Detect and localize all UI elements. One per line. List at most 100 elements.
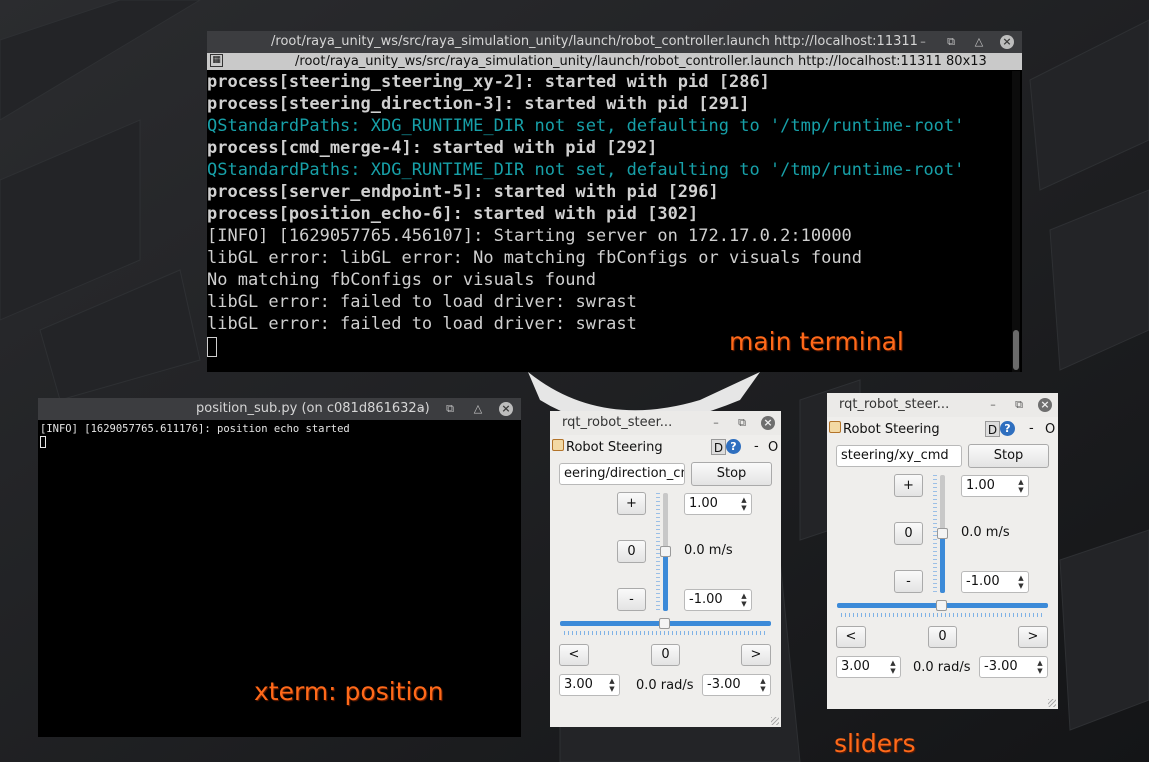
turn-left-button[interactable]: < (836, 626, 866, 648)
linear-slider-handle[interactable] (937, 528, 948, 539)
linear-slider-fill (940, 534, 945, 593)
plugin-close-button[interactable]: O (768, 440, 778, 455)
spin-arrows-icon[interactable]: ▲ ▼ (1035, 659, 1045, 675)
max-angular-value: 3.00 (564, 677, 593, 692)
restore-icon[interactable]: ⧉ (443, 402, 457, 416)
close-icon[interactable]: × (1000, 35, 1014, 49)
close-icon[interactable]: × (499, 402, 513, 416)
increase-linear-button[interactable]: + (894, 474, 923, 497)
maximize-icon[interactable]: △ (471, 402, 485, 416)
terminal-header-text: /root/raya_unity_ws/src/raya_simulation_… (295, 54, 987, 69)
close-icon[interactable]: × (1038, 398, 1052, 412)
xterm-titlebar[interactable]: position_sub.py (on c081d861632a) – ⧉ △ … (38, 398, 521, 420)
main-terminal-label: main terminal (729, 327, 904, 356)
terminal-menu-icon[interactable]: ▦ (210, 54, 223, 67)
resize-grip-icon[interactable] (1048, 699, 1056, 707)
turn-left-button[interactable]: < (559, 644, 589, 666)
spin-arrows-icon[interactable]: ▲ ▼ (1016, 478, 1026, 494)
angular-slider-ticks (564, 631, 768, 635)
plugin-header: Robot Steering D ? - O (827, 417, 1058, 441)
min-linear-input[interactable]: -1.00 ▲ ▼ (684, 589, 752, 611)
rqt-titlebar[interactable]: rqt_robot_steer... – ⧉ × (827, 393, 1058, 417)
topic-input[interactable]: eering/direction_cmd (559, 463, 685, 485)
zero-linear-button[interactable]: 0 (894, 522, 923, 545)
turn-right-button[interactable]: > (741, 644, 771, 666)
minimize-icon[interactable]: – (415, 402, 429, 416)
xterm-label: xterm: position (254, 677, 444, 706)
max-angular-input[interactable]: 3.00 ▲ ▼ (836, 656, 901, 678)
spin-arrows-icon[interactable]: ▲ ▼ (1016, 574, 1026, 590)
max-linear-input[interactable]: 1.00 ▲ ▼ (684, 493, 752, 515)
spin-arrows-icon[interactable]: ▲ ▼ (758, 677, 768, 693)
min-angular-value: -3.00 (707, 677, 741, 692)
rqt-steering-window-left[interactable]: rqt_robot_steer... – ⧉ × Robot Steering … (550, 411, 781, 727)
minimize-icon[interactable]: – (709, 416, 723, 430)
angular-slider-handle[interactable] (936, 600, 947, 611)
plugin-minimize-button[interactable]: - (1029, 421, 1034, 436)
stop-button[interactable]: Stop (691, 462, 772, 486)
restore-icon[interactable]: ⧉ (735, 416, 749, 430)
angular-slider-ticks (841, 613, 1045, 617)
max-angular-input[interactable]: 3.00 ▲ ▼ (559, 674, 620, 696)
minimize-icon[interactable]: – (986, 398, 1000, 412)
spin-arrows-icon[interactable]: ▲ ▼ (607, 677, 617, 693)
terminal-line: process[steering_steering_xy-2]: started… (207, 72, 770, 92)
xterm-cursor (40, 436, 46, 448)
terminal-line: libGL error: libGL error: No matching fb… (207, 248, 863, 268)
linear-readout: 0.0 m/s (961, 525, 1010, 540)
help-icon[interactable]: ? (726, 439, 741, 454)
xterm-line: [INFO] [1629057765.611176]: position ech… (40, 423, 350, 435)
decrease-linear-button[interactable]: - (894, 570, 923, 593)
minimize-icon[interactable]: – (916, 35, 930, 49)
restore-icon[interactable]: ⧉ (944, 35, 958, 49)
decrease-linear-button[interactable]: - (617, 588, 646, 611)
linear-readout: 0.0 m/s (684, 543, 733, 558)
terminal-line: process[server_endpoint-5]: started with… (207, 182, 719, 202)
close-icon[interactable]: × (761, 416, 775, 430)
help-icon[interactable]: ? (1000, 421, 1015, 436)
terminal-line: [INFO] [1629057765.456107]: Starting ser… (207, 226, 852, 246)
main-terminal-titlebar[interactable]: /root/raya_unity_ws/src/raya_simulation_… (207, 31, 1022, 53)
plugin-close-button[interactable]: O (1045, 422, 1055, 437)
restore-icon[interactable]: ⧉ (1012, 398, 1026, 412)
angular-slider-handle[interactable] (659, 618, 670, 629)
spin-arrows-icon[interactable]: ▲ ▼ (739, 496, 749, 512)
rqt-title: rqt_robot_steer... (562, 415, 673, 430)
topic-input[interactable]: steering/xy_cmd (836, 445, 962, 467)
robot-steering-icon (829, 421, 841, 433)
maximize-icon[interactable]: △ (972, 35, 986, 49)
terminal-line: process[position_echo-6]: started with p… (207, 204, 699, 224)
min-angular-input[interactable]: -3.00 ▲ ▼ (702, 674, 771, 696)
scrollbar-thumb[interactable] (1013, 330, 1019, 370)
min-linear-value: -1.00 (966, 574, 1000, 589)
max-linear-input[interactable]: 1.00 ▲ ▼ (961, 475, 1029, 497)
zero-angular-button[interactable]: 0 (928, 626, 957, 648)
max-linear-value: 1.00 (689, 496, 718, 511)
zero-angular-button[interactable]: 0 (651, 644, 680, 666)
d-button[interactable]: D (711, 439, 726, 455)
stop-button[interactable]: Stop (968, 444, 1049, 468)
terminal-header-bar: ▦ /root/raya_unity_ws/src/raya_simulatio… (207, 53, 1022, 70)
spin-arrows-icon[interactable]: ▲ ▼ (888, 659, 898, 675)
xterm-title: position_sub.py (on c081d861632a) (196, 401, 430, 416)
turn-right-button[interactable]: > (1018, 626, 1048, 648)
min-angular-input[interactable]: -3.00 ▲ ▼ (979, 656, 1048, 678)
resize-grip-icon[interactable] (771, 717, 779, 725)
terminal-scrollbar[interactable] (1012, 71, 1020, 372)
linear-slider-fill (663, 552, 668, 611)
rqt-steering-window-right[interactable]: rqt_robot_steer... – ⧉ × Robot Steering … (827, 393, 1058, 709)
terminal-line: No matching fbConfigs or visuals found (207, 270, 596, 290)
increase-linear-button[interactable]: + (617, 492, 646, 515)
spin-arrows-icon[interactable]: ▲ ▼ (739, 592, 749, 608)
min-linear-input[interactable]: -1.00 ▲ ▼ (961, 571, 1029, 593)
d-button[interactable]: D (985, 421, 1000, 437)
rqt-titlebar[interactable]: rqt_robot_steer... – ⧉ × (550, 411, 781, 435)
max-linear-value: 1.00 (966, 478, 995, 493)
main-terminal-window[interactable]: /root/raya_unity_ws/src/raya_simulation_… (207, 31, 1022, 372)
terminal-line: libGL error: failed to load driver: swra… (207, 292, 637, 312)
plugin-minimize-button[interactable]: - (754, 439, 759, 454)
plugin-header: Robot Steering D ? - O (550, 435, 781, 459)
zero-linear-button[interactable]: 0 (617, 540, 646, 563)
max-angular-value: 3.00 (841, 659, 870, 674)
linear-slider-handle[interactable] (660, 546, 671, 557)
